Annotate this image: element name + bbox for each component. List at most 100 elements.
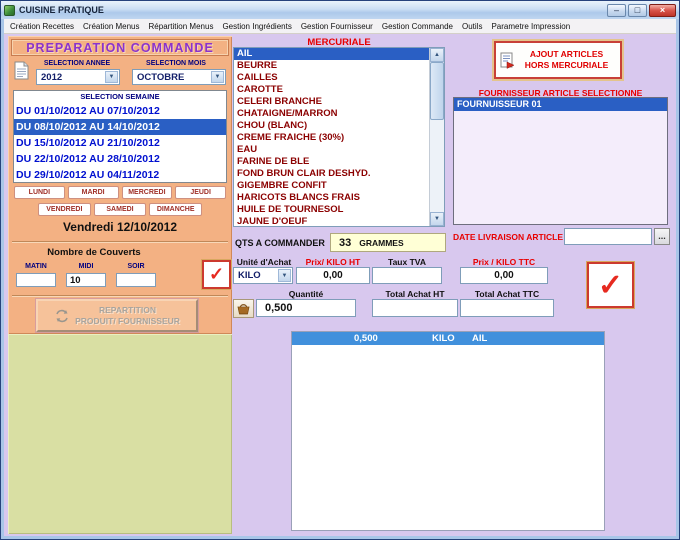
chevron-down-icon[interactable]: ▼	[105, 71, 118, 83]
titlebar[interactable]: CUISINE PRATIQUE – □ ×	[1, 1, 679, 19]
mercuriale-item[interactable]: JAUNE D'OEUF	[234, 216, 429, 227]
mercuriale-item[interactable]: CHATAIGNE/MARRON	[234, 108, 429, 120]
mercuriale-item[interactable]: CAILLES	[234, 72, 429, 84]
mercuriale-item[interactable]: FARINE DE BLE	[234, 156, 429, 168]
scroll-down-icon[interactable]: ▼	[430, 212, 444, 226]
annee-select[interactable]: 2012 ▼	[36, 69, 120, 85]
total-ttc-input[interactable]	[460, 299, 554, 317]
matin-label: MATIN	[16, 263, 56, 270]
mercuriale-item[interactable]: HARICOTS BLANCS FRAIS	[234, 192, 429, 204]
maximize-button[interactable]: □	[628, 4, 647, 17]
mercuriale-item[interactable]: EAU	[234, 144, 429, 156]
validate-order-button[interactable]: ✓	[587, 262, 634, 308]
repartition-button-label: REPARTITION PRODUIT/ FOURNISSEUR	[75, 305, 180, 326]
mercuriale-item[interactable]: GIGEMBRE CONFIT	[234, 180, 429, 192]
page-title: PREPARATION COMMANDE	[11, 39, 229, 56]
chevron-down-icon[interactable]: ▼	[211, 71, 224, 83]
mercuriale-item[interactable]: CAROTTE	[234, 84, 429, 96]
menu-gestion-fournisseur[interactable]: Gestion Fournisseur	[299, 21, 375, 32]
unite-achat-select[interactable]: KILO ▼	[233, 267, 293, 284]
week-row[interactable]: DU 22/10/2012 AU 28/10/2012	[14, 151, 226, 167]
week-row-selected[interactable]: DU 08/10/2012 AU 14/10/2012	[14, 119, 226, 135]
soir-label: SOIR	[116, 263, 156, 270]
soir-input[interactable]	[116, 273, 156, 287]
document-icon[interactable]	[14, 61, 29, 85]
selected-date-label: Vendredi 12/10/2012	[8, 220, 232, 234]
minimize-button[interactable]: –	[607, 4, 626, 17]
date-livraison-input[interactable]	[564, 228, 652, 245]
left-bottom-panel	[8, 334, 232, 534]
selection-semaine-label: SELECTION SEMAINE	[14, 91, 226, 103]
repartition-button[interactable]: REPARTITION PRODUIT/ FOURNISSEUR	[36, 299, 198, 332]
week-row[interactable]: DU 15/10/2012 AU 21/10/2012	[14, 135, 226, 151]
vendredi-button[interactable]: VENDREDI	[38, 203, 91, 216]
menu-gestion-ingredients[interactable]: Gestion Ingrédients	[220, 21, 293, 32]
order-row-selected[interactable]: 0,500 KILO AIL	[292, 332, 604, 345]
prix-ttc-input[interactable]	[460, 267, 548, 284]
app-icon	[4, 5, 15, 16]
scroll-up-icon[interactable]: ▲	[430, 48, 444, 62]
selection-mois-label: SELECTION MOIS	[126, 60, 226, 67]
check-icon: ✓	[598, 268, 623, 303]
repartition-icon	[54, 308, 70, 324]
menu-creation-recettes[interactable]: Création Recettes	[8, 21, 76, 32]
prix-ht-input[interactable]	[296, 267, 370, 284]
close-button[interactable]: ×	[649, 4, 676, 17]
fournisseur-row-selected[interactable]: FOURNUISSEUR 01	[454, 98, 667, 111]
total-ht-label: Total Achat HT	[372, 289, 458, 299]
order-table[interactable]: 0,500 KILO AIL	[291, 331, 605, 531]
midi-input[interactable]	[66, 273, 106, 287]
quantite-label: Quantité	[256, 289, 356, 299]
left-panel: PREPARATION COMMANDE SELECTION ANNEE 201…	[8, 36, 232, 334]
qts-value: 33	[339, 237, 351, 249]
mercuriale-item[interactable]: HUILE DE TOURNESOL	[234, 204, 429, 216]
week-row[interactable]: DU 01/10/2012 AU 07/10/2012	[14, 103, 226, 119]
fournisseur-list[interactable]: FOURNUISSEUR 01	[453, 97, 668, 225]
dimanche-button[interactable]: DIMANCHE	[149, 203, 202, 216]
validate-couverts-button[interactable]: ✓	[202, 260, 231, 289]
mercuriale-list[interactable]: AIL BEURRE CAILLES CAROTTE CELERI BRANCH…	[233, 47, 445, 227]
mois-select[interactable]: OCTOBRE ▼	[132, 69, 226, 85]
ajout-articles-button[interactable]: AJOUT ARTICLES HORS MERCURIALE	[494, 41, 622, 79]
unite-achat-label: Unité d'Achat	[233, 257, 295, 267]
qts-unit: GRAMMES	[359, 238, 403, 248]
matin-input[interactable]	[16, 273, 56, 287]
menu-parametre-impression[interactable]: Parametre Impression	[489, 21, 572, 32]
main-content: PREPARATION COMMANDE SELECTION ANNEE 201…	[4, 34, 676, 536]
mercuriale-item-selected[interactable]: AIL	[234, 48, 429, 60]
quantite-input[interactable]	[256, 299, 356, 317]
app-window: CUISINE PRATIQUE – □ × Création Recettes…	[0, 0, 680, 540]
scroll-thumb[interactable]	[430, 62, 444, 120]
week-list[interactable]: SELECTION SEMAINE DU 01/10/2012 AU 07/10…	[13, 90, 227, 183]
chevron-down-icon[interactable]: ▼	[278, 269, 291, 282]
day-buttons-row-1: LUNDI MARDI MERCREDI JEUDI	[14, 186, 226, 199]
mardi-button[interactable]: MARDI	[68, 186, 119, 199]
divider	[12, 295, 228, 297]
taux-tva-input[interactable]	[372, 267, 442, 284]
basket-icon	[237, 303, 250, 315]
jeudi-button[interactable]: JEUDI	[175, 186, 226, 199]
menu-gestion-commande[interactable]: Gestion Commande	[380, 21, 455, 32]
samedi-button[interactable]: SAMEDI	[94, 203, 147, 216]
mercuriale-item[interactable]: BEURRE	[234, 60, 429, 72]
total-ht-input[interactable]	[372, 299, 458, 317]
scrollbar[interactable]: ▲ ▼	[429, 48, 444, 226]
mercredi-button[interactable]: MERCREDI	[122, 186, 173, 199]
mercuriale-item[interactable]: FOND BRUN CLAIR DESHYD.	[234, 168, 429, 180]
taux-tva-label: Taux TVA	[372, 257, 442, 267]
mercuriale-item[interactable]: CREME FRAICHE (30%)	[234, 132, 429, 144]
menu-creation-menus[interactable]: Création Menus	[81, 21, 141, 32]
prix-ttc-label: Prix / KILO TTC	[460, 257, 548, 267]
mercuriale-item[interactable]: CHOU (BLANC)	[234, 120, 429, 132]
add-article-icon	[499, 52, 516, 69]
menu-outils[interactable]: Outils	[460, 21, 484, 32]
ajout-articles-button-label: AJOUT ARTICLES HORS MERCURIALE	[516, 49, 617, 72]
week-row[interactable]: DU 29/10/2012 AU 04/11/2012	[14, 167, 226, 183]
mercuriale-item[interactable]: CELERI BRANCHE	[234, 96, 429, 108]
prix-ht-label: Prix/ KILO HT	[296, 257, 370, 267]
menu-repartition-menus[interactable]: Répartition Menus	[147, 21, 216, 32]
date-picker-button[interactable]: ...	[654, 228, 670, 245]
basket-button[interactable]	[233, 299, 254, 318]
menubar: Création Recettes Création Menus Réparti…	[4, 19, 676, 34]
lundi-button[interactable]: LUNDI	[14, 186, 65, 199]
